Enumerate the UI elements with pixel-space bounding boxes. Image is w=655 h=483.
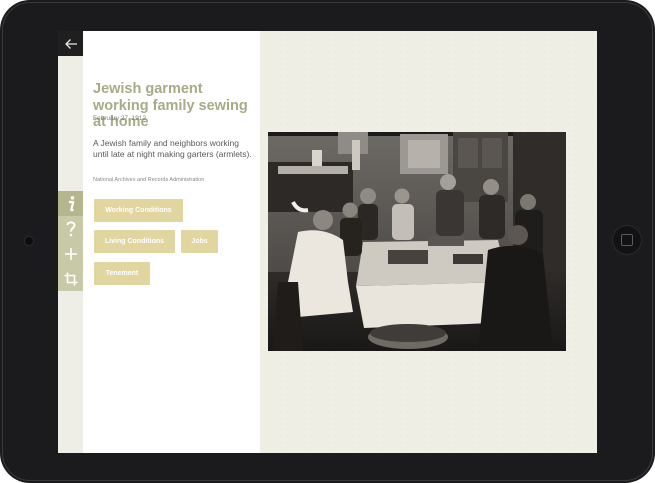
crop-icon <box>64 272 77 285</box>
home-button-icon <box>621 234 633 246</box>
info-panel: Jewish garment working family sewing at … <box>83 31 260 453</box>
tablet-frame: Jewish garment working family sewing at … <box>0 0 655 483</box>
artifact-description: A Jewish family and neighbors working un… <box>93 138 252 159</box>
plus-icon <box>64 247 77 260</box>
tag-tenement[interactable]: Tenement <box>94 262 150 285</box>
artifact-date: February 27, 1912 <box>93 115 147 122</box>
crop-tool-button[interactable] <box>58 266 83 291</box>
family-sewing-photo <box>268 132 566 351</box>
app-screen: Jewish garment working family sewing at … <box>58 31 597 453</box>
front-camera <box>25 237 33 245</box>
back-button[interactable] <box>58 31 83 56</box>
arrow-left-icon <box>64 38 77 49</box>
tag-living-conditions[interactable]: Living Conditions <box>94 230 175 253</box>
info-tool-button[interactable] <box>58 191 83 216</box>
info-icon <box>68 195 74 211</box>
help-tool-button[interactable] <box>58 216 83 241</box>
tag-working-conditions[interactable]: Working Conditions <box>94 199 183 222</box>
artifact-title: Jewish garment working family sewing at … <box>93 81 248 130</box>
artifact-source: National Archives and Records Administra… <box>93 177 205 183</box>
add-tool-button[interactable] <box>58 241 83 266</box>
home-button[interactable] <box>612 225 642 255</box>
archival-photograph[interactable] <box>268 132 566 351</box>
question-icon <box>66 220 76 236</box>
tag-jobs[interactable]: Jobs <box>181 230 218 253</box>
